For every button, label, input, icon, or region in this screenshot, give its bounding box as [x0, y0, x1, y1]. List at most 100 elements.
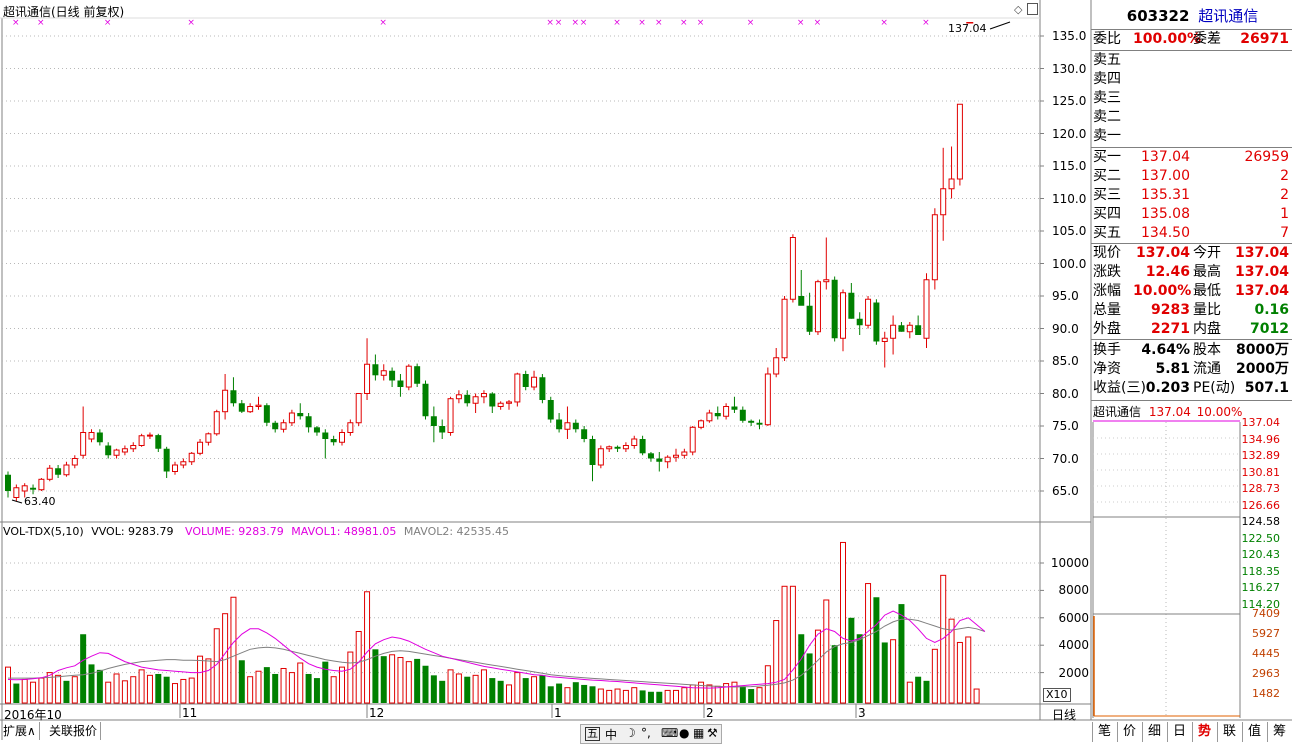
stat-value: 137.04: [1234, 283, 1289, 299]
diamond-icon[interactable]: ◇: [1014, 3, 1022, 16]
event-marker[interactable]: ×: [655, 18, 663, 28]
volume-bar-up: [890, 639, 897, 704]
related-quote-tab[interactable]: 关联报价: [46, 722, 102, 740]
weibi-row: 委比 100.00% 委差 26971: [1093, 30, 1292, 49]
window-toggle-icon[interactable]: [1027, 3, 1038, 15]
user-icon[interactable]: ●: [679, 726, 689, 740]
stock-name[interactable]: 超讯通信: [1198, 7, 1258, 25]
event-marker[interactable]: ×: [638, 18, 646, 28]
event-marker[interactable]: ×: [747, 18, 755, 28]
volume-bar-up: [597, 688, 604, 704]
candle-body-down: [163, 448, 170, 472]
expand-tab[interactable]: 扩展∧: [0, 722, 40, 740]
indicator-name: VOL-TDX(5,10): [3, 525, 84, 538]
volume-bar-up: [472, 674, 479, 704]
volume-bar-up: [330, 676, 337, 704]
event-marker[interactable]: ×: [555, 18, 563, 28]
volume-bar-down: [163, 676, 170, 703]
volume-tick-label: 6000: [1058, 610, 1089, 625]
right-tab[interactable]: 细: [1142, 722, 1166, 742]
volume-bar-up: [931, 648, 938, 704]
chinese-mode-icon[interactable]: 中: [605, 726, 617, 743]
event-marker[interactable]: ×: [613, 18, 621, 28]
candle-body-up: [247, 406, 254, 413]
candle-body-up: [814, 281, 821, 333]
candle-body-up: [823, 279, 830, 283]
grid-icon[interactable]: ▦: [693, 726, 704, 740]
keyboard-icon[interactable]: ⌨: [661, 726, 678, 740]
candle-body-up: [673, 454, 679, 458]
buy-order-price: 134.50: [1141, 225, 1190, 241]
volume-bar-down: [263, 667, 270, 703]
buy-order-volume: 2: [1280, 168, 1289, 184]
candle-body-down: [756, 422, 763, 425]
price-tick-label: 65.0: [1052, 484, 1079, 498]
candle-body-down: [647, 453, 654, 459]
candle-body-up: [773, 357, 780, 375]
buy-order-label: 买三: [1093, 187, 1121, 203]
event-marker[interactable]: ×: [546, 18, 554, 28]
volume-bar-up: [146, 674, 153, 704]
event-marker[interactable]: ×: [814, 18, 822, 28]
event-marker[interactable]: ×: [922, 18, 930, 28]
event-marker[interactable]: ×: [580, 18, 588, 28]
sell-order-row: 卖二: [1093, 108, 1292, 127]
volume-bar-down: [63, 680, 70, 703]
sell-order-label: 卖四: [1093, 71, 1121, 87]
sell-order-label: 卖三: [1093, 90, 1121, 106]
sell-order-row: 卖四: [1093, 70, 1292, 89]
candle-body-up: [789, 237, 796, 300]
five-stroke-icon[interactable]: 五: [585, 727, 600, 741]
price-tick-label: 95.0: [1052, 289, 1079, 303]
right-tab[interactable]: 值: [1242, 722, 1266, 742]
right-tab[interactable]: 联: [1217, 722, 1241, 742]
last-price-pointer: [989, 21, 1011, 30]
stat-label: 流通: [1193, 361, 1221, 377]
candle-body-up: [172, 464, 178, 472]
event-marker[interactable]: ×: [571, 18, 579, 28]
date-tick-label: 2016年10: [4, 708, 62, 722]
candle-body-down: [522, 374, 529, 387]
event-marker[interactable]: ×: [697, 18, 705, 28]
volume-bar-up: [364, 591, 371, 704]
right-tab[interactable]: 筹: [1267, 722, 1291, 742]
moon-icon[interactable]: ☽: [625, 726, 636, 740]
buy-order-row: 买一 137.04 26959: [1093, 148, 1292, 167]
price-tick-label: 120.0: [1052, 126, 1087, 141]
right-tab[interactable]: 势: [1192, 722, 1216, 742]
candle-body-down: [656, 458, 663, 462]
mavol2-line: [8, 618, 986, 688]
stat-value: 2271: [1151, 321, 1190, 337]
event-marker[interactable]: ×: [379, 18, 387, 28]
chart-title: 超讯通信(日线 前复权): [3, 5, 125, 19]
right-tab[interactable]: 日: [1167, 722, 1191, 742]
event-marker[interactable]: ×: [797, 18, 805, 28]
volume-bar-up: [113, 673, 120, 704]
volume-bar-down: [489, 678, 496, 703]
candle-body-down: [263, 405, 270, 423]
wrench-icon[interactable]: ⚒: [707, 726, 718, 740]
candle-body-down: [831, 279, 838, 339]
event-marker[interactable]: ×: [187, 18, 195, 28]
candle-body-up: [698, 420, 705, 428]
buy-order-volume: 7: [1280, 225, 1289, 241]
volume-bar-up: [397, 657, 404, 704]
volume-bar-up: [297, 662, 304, 704]
stat-label: 股本: [1193, 342, 1221, 358]
candle-body-up: [80, 432, 87, 456]
candle-body-up: [222, 389, 229, 413]
volume-bar-up: [247, 676, 254, 704]
candle-body-up: [923, 279, 930, 339]
event-marker[interactable]: ×: [880, 18, 888, 28]
mini-price-tick: 137.04: [1241, 416, 1281, 429]
stat-value: 5.81: [1155, 361, 1190, 377]
right-tab[interactable]: 笔: [1092, 722, 1116, 742]
stat-value: 137.04: [1234, 245, 1289, 261]
period-label[interactable]: 日线: [1052, 706, 1076, 723]
candle-body-down: [614, 446, 621, 449]
right-tab[interactable]: 价: [1117, 722, 1141, 742]
punctuation-icon[interactable]: °,: [641, 726, 651, 740]
volume-tick-label: 8000: [1058, 583, 1089, 598]
event-marker[interactable]: ×: [680, 18, 688, 28]
candle-body-down: [389, 370, 396, 381]
